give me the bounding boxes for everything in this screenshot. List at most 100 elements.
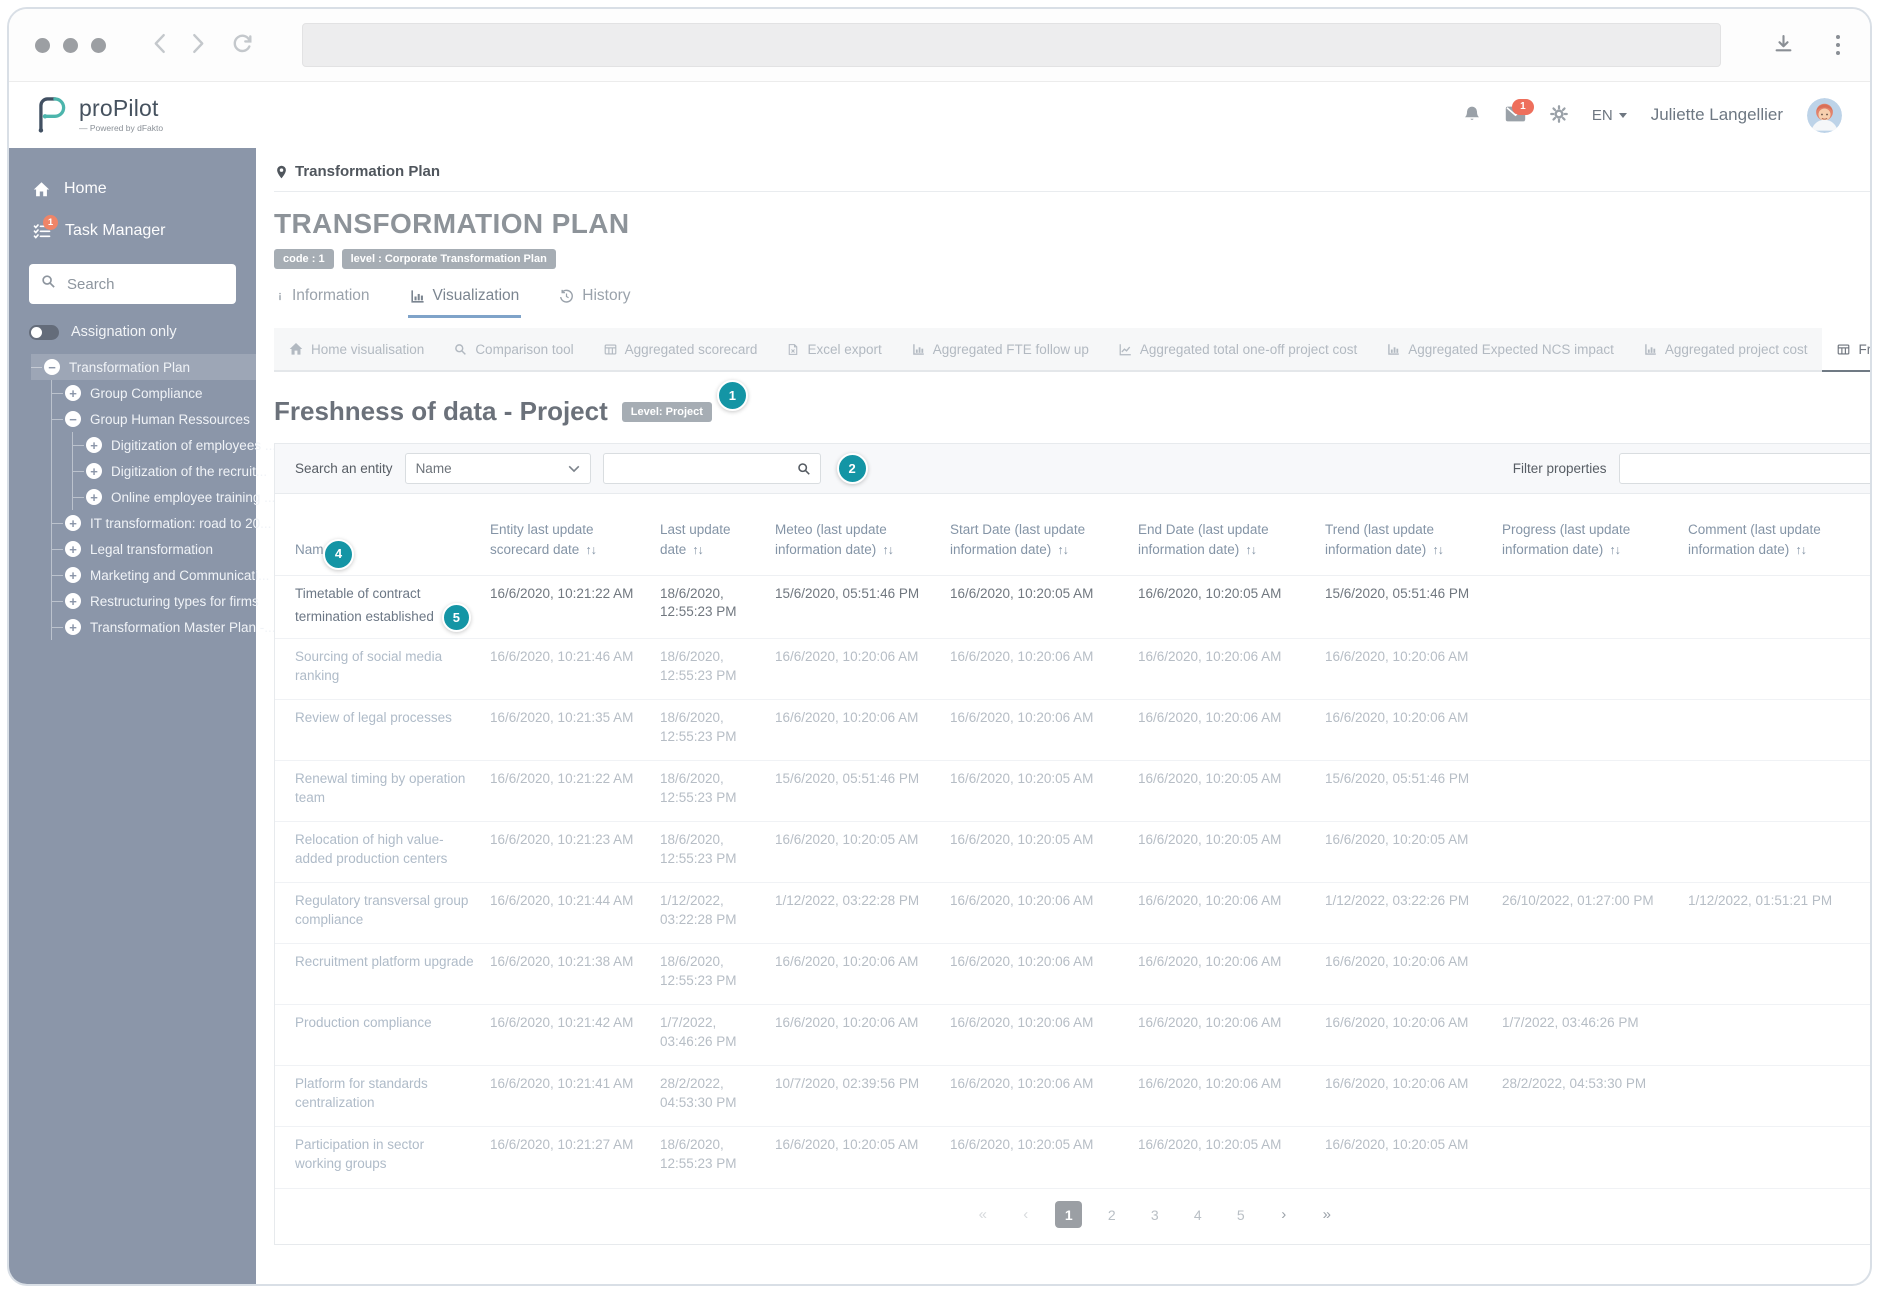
column-header-comment-last-update-information-date[interactable]: Comment (last update information date)↑↓ — [1688, 520, 1870, 559]
assignation-toggle[interactable] — [29, 325, 59, 340]
back-button[interactable] — [153, 33, 166, 57]
table-row[interactable]: Relocation of high value-added productio… — [275, 822, 1872, 883]
subtab-aggregated-scorecard[interactable]: Aggregated scorecard — [589, 328, 773, 370]
table-row[interactable]: Sourcing of social media ranking16/6/202… — [275, 639, 1872, 700]
entity-link[interactable]: Renewal timing by operation team — [295, 771, 465, 804]
sort-icon[interactable]: ↑↓ — [1245, 541, 1256, 559]
column-header-name[interactable]: Name4 — [275, 540, 490, 560]
column-header-trend-last-update-information-date[interactable]: Trend (last update information date)↑↓ — [1325, 520, 1502, 559]
sort-icon[interactable]: ↑↓ — [1432, 541, 1443, 559]
tab-history[interactable]: History — [557, 287, 632, 318]
subtab-freshness-of-data-project[interactable]: Freshness of data - Project — [1822, 328, 1872, 370]
brand-logo[interactable]: proPilot — Powered by dFakto — [31, 92, 163, 139]
expand-icon[interactable]: + — [65, 567, 81, 583]
entity-link[interactable]: Participation in sector working groups — [295, 1137, 424, 1170]
sort-icon[interactable]: ↑↓ — [1609, 541, 1620, 559]
page-1-button[interactable]: 1 — [1055, 1201, 1082, 1228]
column-header-meteo-last-update-information-date[interactable]: Meteo (last update information date)↑↓ — [775, 520, 950, 559]
tree-item-legal-transformation[interactable]: +Legal transformation — [52, 536, 256, 562]
column-header-start-date-last-update-information-date[interactable]: Start Date (last update information date… — [950, 520, 1138, 559]
expand-icon[interactable]: + — [86, 489, 102, 505]
sort-icon[interactable]: ↑↓ — [692, 541, 703, 559]
tree-item-it-transformation-road-to-20[interactable]: +IT transformation: road to 20... — [52, 510, 256, 536]
window-controls[interactable] — [35, 38, 106, 53]
next-page-button[interactable]: › — [1270, 1201, 1297, 1228]
tab-information[interactable]: Information — [274, 287, 372, 318]
tree-item-digitization-of-the-recruit[interactable]: +Digitization of the recruit... — [73, 458, 256, 484]
tree-item-online-employee-training[interactable]: +Online employee training ... — [73, 484, 256, 510]
search-icon[interactable] — [797, 462, 811, 476]
tree-item-group-compliance[interactable]: +Group Compliance — [52, 380, 256, 406]
page-2-button[interactable]: 2 — [1098, 1201, 1125, 1228]
tree-item-transformation-plan[interactable]: −Transformation Plan — [31, 354, 256, 380]
expand-icon[interactable]: + — [65, 541, 81, 557]
table-row[interactable]: Recruitment platform upgrade16/6/2020, 1… — [275, 944, 1872, 1005]
entity-link[interactable]: Review of legal processes — [295, 710, 452, 725]
entity-link[interactable]: Production compliance — [295, 1015, 432, 1030]
tree-item-group-human-ressources[interactable]: −Group Human Ressources — [52, 406, 256, 432]
tree-item-digitization-of-employees[interactable]: +Digitization of employees ... — [73, 432, 256, 458]
subtab-comparison-tool[interactable]: Comparison tool — [439, 328, 588, 370]
table-row[interactable]: Platform for standards centralization16/… — [275, 1066, 1872, 1127]
messages-button[interactable]: 1 — [1505, 106, 1526, 125]
tab-visualization[interactable]: Visualization — [408, 287, 522, 318]
browser-menu-button[interactable] — [1832, 31, 1845, 60]
expand-icon[interactable]: + — [65, 619, 81, 635]
table-row[interactable]: Participation in sector working groups16… — [275, 1127, 1872, 1188]
entity-link[interactable]: Timetable of contract termination establ… — [295, 586, 434, 624]
notifications-button[interactable] — [1463, 105, 1481, 126]
sidebar-item-home[interactable]: Home — [9, 168, 256, 210]
collapse-icon[interactable]: − — [65, 411, 81, 427]
settings-button[interactable] — [1550, 105, 1568, 126]
expand-icon[interactable]: + — [65, 385, 81, 401]
collapse-icon[interactable]: − — [44, 359, 60, 375]
tree-item-marketing-and-communicati[interactable]: +Marketing and Communicati... — [52, 562, 256, 588]
page-4-button[interactable]: 4 — [1184, 1201, 1211, 1228]
table-row[interactable]: Renewal timing by operation team16/6/202… — [275, 761, 1872, 822]
search-field-select[interactable]: Name — [405, 453, 591, 484]
subtab-aggregated-expected-ncs-impact[interactable]: Aggregated Expected NCS impact — [1372, 328, 1629, 370]
subtab-excel-export[interactable]: Excel export — [772, 328, 896, 370]
language-selector[interactable]: EN — [1592, 107, 1627, 124]
download-button[interactable] — [1774, 34, 1793, 56]
window-dot-icon[interactable] — [63, 38, 78, 53]
entity-link[interactable]: Regulatory transversal group compliance — [295, 893, 468, 926]
column-header-end-date-last-update-information-date[interactable]: End Date (last update information date)↑… — [1138, 520, 1325, 559]
sidebar-item-task-manager[interactable]: 1 Task Manager — [9, 210, 256, 252]
entity-link[interactable]: Platform for standards centralization — [295, 1076, 428, 1109]
forward-button[interactable] — [192, 33, 205, 57]
expand-icon[interactable]: + — [86, 463, 102, 479]
first-page-button[interactable]: « — [969, 1201, 996, 1228]
window-dot-icon[interactable] — [91, 38, 106, 53]
window-dot-icon[interactable] — [35, 38, 50, 53]
subtab-home-visualisation[interactable]: Home visualisation — [274, 328, 439, 370]
filter-properties-select[interactable] — [1619, 453, 1872, 484]
expand-icon[interactable]: + — [65, 593, 81, 609]
entity-link[interactable]: Relocation of high value-added productio… — [295, 832, 447, 865]
subtab-aggregated-fte-follow-up[interactable]: Aggregated FTE follow up — [897, 328, 1104, 370]
url-bar[interactable] — [302, 23, 1721, 67]
refresh-button[interactable] — [231, 33, 253, 58]
entity-search-input[interactable] — [613, 460, 797, 477]
sidebar-search-input[interactable] — [65, 275, 224, 294]
expand-icon[interactable]: + — [86, 437, 102, 453]
tree-item-transformation-master-plan[interactable]: +Transformation Master Plan -... — [52, 614, 256, 640]
column-header-progress-last-update-information-date[interactable]: Progress (last update information date)↑… — [1502, 520, 1688, 559]
expand-icon[interactable]: + — [65, 515, 81, 531]
prev-page-button[interactable]: ‹ — [1012, 1201, 1039, 1228]
subtab-aggregated-total-one-off-project-cost[interactable]: Aggregated total one-off project cost — [1104, 328, 1372, 370]
table-row[interactable]: Production compliance16/6/2020, 10:21:42… — [275, 1005, 1872, 1066]
column-header-last-update-date[interactable]: Last update date↑↓ — [660, 520, 775, 559]
sort-icon[interactable]: ↑↓ — [1057, 541, 1068, 559]
sort-icon[interactable]: ↑↓ — [585, 541, 596, 559]
entity-link[interactable]: Sourcing of social media ranking — [295, 649, 442, 682]
page-5-button[interactable]: 5 — [1227, 1201, 1254, 1228]
entity-link[interactable]: Recruitment platform upgrade — [295, 954, 474, 969]
tree-item-restructuring-types-for-firms[interactable]: +Restructuring types for firms — [52, 588, 256, 614]
page-3-button[interactable]: 3 — [1141, 1201, 1168, 1228]
avatar[interactable] — [1807, 98, 1842, 133]
table-row[interactable]: Timetable of contract termination establ… — [275, 576, 1872, 639]
column-header-entity-last-update-scorecard-date[interactable]: Entity last update scorecard date↑↓ — [490, 520, 660, 559]
table-row[interactable]: Regulatory transversal group compliance1… — [275, 883, 1872, 944]
table-row[interactable]: Review of legal processes16/6/2020, 10:2… — [275, 700, 1872, 761]
